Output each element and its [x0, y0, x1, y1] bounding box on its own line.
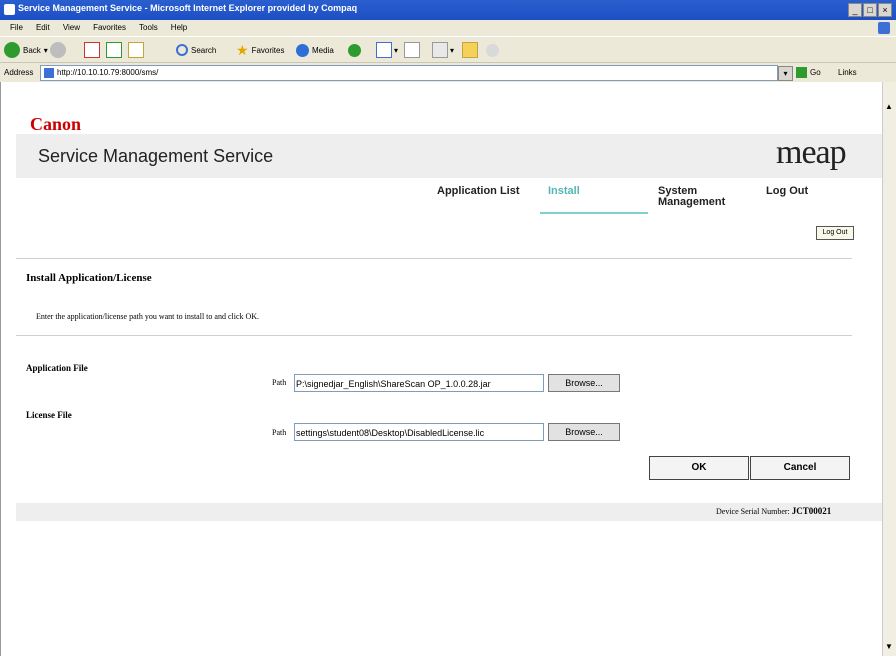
license-path-label: Path: [272, 428, 287, 437]
folder-button[interactable]: [462, 41, 478, 59]
tab-log-out[interactable]: Log Out: [766, 186, 808, 197]
go-button[interactable]: Go: [796, 67, 821, 78]
logout-button[interactable]: Log Out: [816, 226, 854, 240]
divider: [16, 335, 852, 336]
home-button[interactable]: [128, 41, 144, 59]
links-button[interactable]: Links: [838, 68, 857, 77]
chevron-down-icon: ▾: [394, 45, 399, 55]
menu-tools[interactable]: Tools: [139, 23, 158, 32]
search-label: Search: [191, 45, 217, 55]
device-serial-label: Device Serial Number:: [716, 507, 790, 516]
ok-button[interactable]: OK: [649, 456, 749, 480]
license-file-input[interactable]: settings\student08\Desktop\DisabledLicen…: [294, 423, 544, 441]
window-title: Service Management Service - Microsoft I…: [18, 3, 358, 13]
page-title: Service Management Service: [38, 146, 274, 166]
menu-edit[interactable]: Edit: [36, 23, 50, 32]
forward-arrow-icon: [50, 42, 66, 58]
tab-application-list[interactable]: Application List: [437, 186, 520, 197]
menu-help[interactable]: Help: [171, 23, 187, 32]
menu-view[interactable]: View: [63, 23, 80, 32]
mail-button[interactable]: ▾: [376, 41, 398, 59]
window-titlebar: Service Management Service - Microsoft I…: [0, 0, 896, 20]
tab-system-management-line2: Management: [658, 196, 726, 208]
tab-install[interactable]: Install: [548, 186, 580, 197]
address-label: Address: [4, 68, 34, 77]
canon-logo: Canon: [30, 114, 82, 134]
refresh-button[interactable]: [106, 41, 122, 59]
print-button[interactable]: [404, 41, 420, 59]
star-icon: ★: [236, 41, 249, 58]
menu-favorites[interactable]: Favorites: [93, 23, 126, 32]
application-file-label: Application File: [26, 363, 88, 373]
meap-logo: meap: [776, 134, 847, 171]
go-arrow-icon: [796, 67, 807, 78]
messenger-icon: [486, 43, 499, 57]
page-icon: [44, 68, 54, 78]
tab-system-management[interactable]: System Management: [658, 186, 725, 208]
chevron-down-icon: ▾: [450, 45, 455, 55]
cancel-button[interactable]: Cancel: [750, 456, 850, 480]
back-arrow-icon: [4, 42, 20, 58]
address-dropdown-button[interactable]: ▾: [778, 66, 793, 81]
device-serial: Device Serial Number: JCT00021: [716, 506, 831, 516]
address-bar: Address http://10.10.10.79:8000/sms/ ▾ G…: [0, 62, 896, 83]
edit-button[interactable]: ▾: [432, 41, 454, 59]
device-serial-value: JCT00021: [791, 506, 832, 516]
license-file-label: License File: [26, 410, 72, 420]
stop-button[interactable]: [84, 41, 100, 59]
license-browse-button[interactable]: Browse...: [548, 423, 620, 441]
messenger-button[interactable]: [486, 41, 499, 59]
menu-bar: File Edit View Favorites Tools Help: [0, 20, 896, 36]
refresh-icon: [106, 42, 122, 58]
application-file-input[interactable]: P:\signedjar_English\ShareScan OP_1.0.0.…: [294, 374, 544, 392]
ie-icon: [4, 4, 15, 15]
folder-icon: [462, 42, 478, 58]
mail-icon: [376, 42, 392, 58]
scroll-up-icon[interactable]: ▲: [885, 102, 895, 112]
application-path-label: Path: [272, 378, 287, 387]
scroll-down-icon[interactable]: ▼: [885, 642, 895, 652]
media-icon: [296, 43, 309, 57]
minimize-button[interactable]: _: [848, 3, 862, 17]
window-controls: _ □ ×: [848, 3, 892, 17]
address-input[interactable]: http://10.10.10.79:8000/sms/: [40, 65, 778, 81]
active-tab-indicator: [540, 212, 648, 214]
media-button[interactable]: Media: [296, 41, 334, 59]
search-button[interactable]: Search: [176, 41, 216, 59]
favorites-button[interactable]: ★ Favorites: [236, 41, 284, 59]
history-button[interactable]: [348, 41, 361, 59]
address-url: http://10.10.10.79:8000/sms/: [57, 68, 159, 77]
home-icon: [128, 42, 144, 58]
section-title: Install Application/License: [26, 272, 152, 284]
stop-icon: [84, 42, 100, 58]
edit-icon: [432, 42, 448, 58]
application-browse-button[interactable]: Browse...: [548, 374, 620, 392]
search-icon: [176, 44, 188, 56]
favorites-label: Favorites: [251, 45, 285, 55]
back-button[interactable]: Back ▾: [4, 41, 48, 59]
maximize-button[interactable]: □: [863, 3, 877, 17]
menu-file[interactable]: File: [10, 23, 23, 32]
history-icon: [348, 43, 361, 57]
media-label: Media: [312, 45, 334, 55]
toolbar: Back ▾ Search ★ Favorites Media ▾ ▾: [0, 36, 896, 63]
print-icon: [404, 42, 420, 58]
windows-flag-icon: [878, 22, 890, 34]
vertical-scrollbar[interactable]: ▲ ▼: [882, 82, 896, 656]
back-label: Back: [23, 45, 41, 55]
forward-button[interactable]: [50, 41, 66, 59]
go-label: Go: [810, 68, 821, 77]
instruction-text: Enter the application/license path you w…: [36, 312, 260, 321]
close-button[interactable]: ×: [878, 3, 892, 17]
chevron-down-icon: ▾: [43, 45, 48, 55]
divider: [16, 258, 852, 259]
